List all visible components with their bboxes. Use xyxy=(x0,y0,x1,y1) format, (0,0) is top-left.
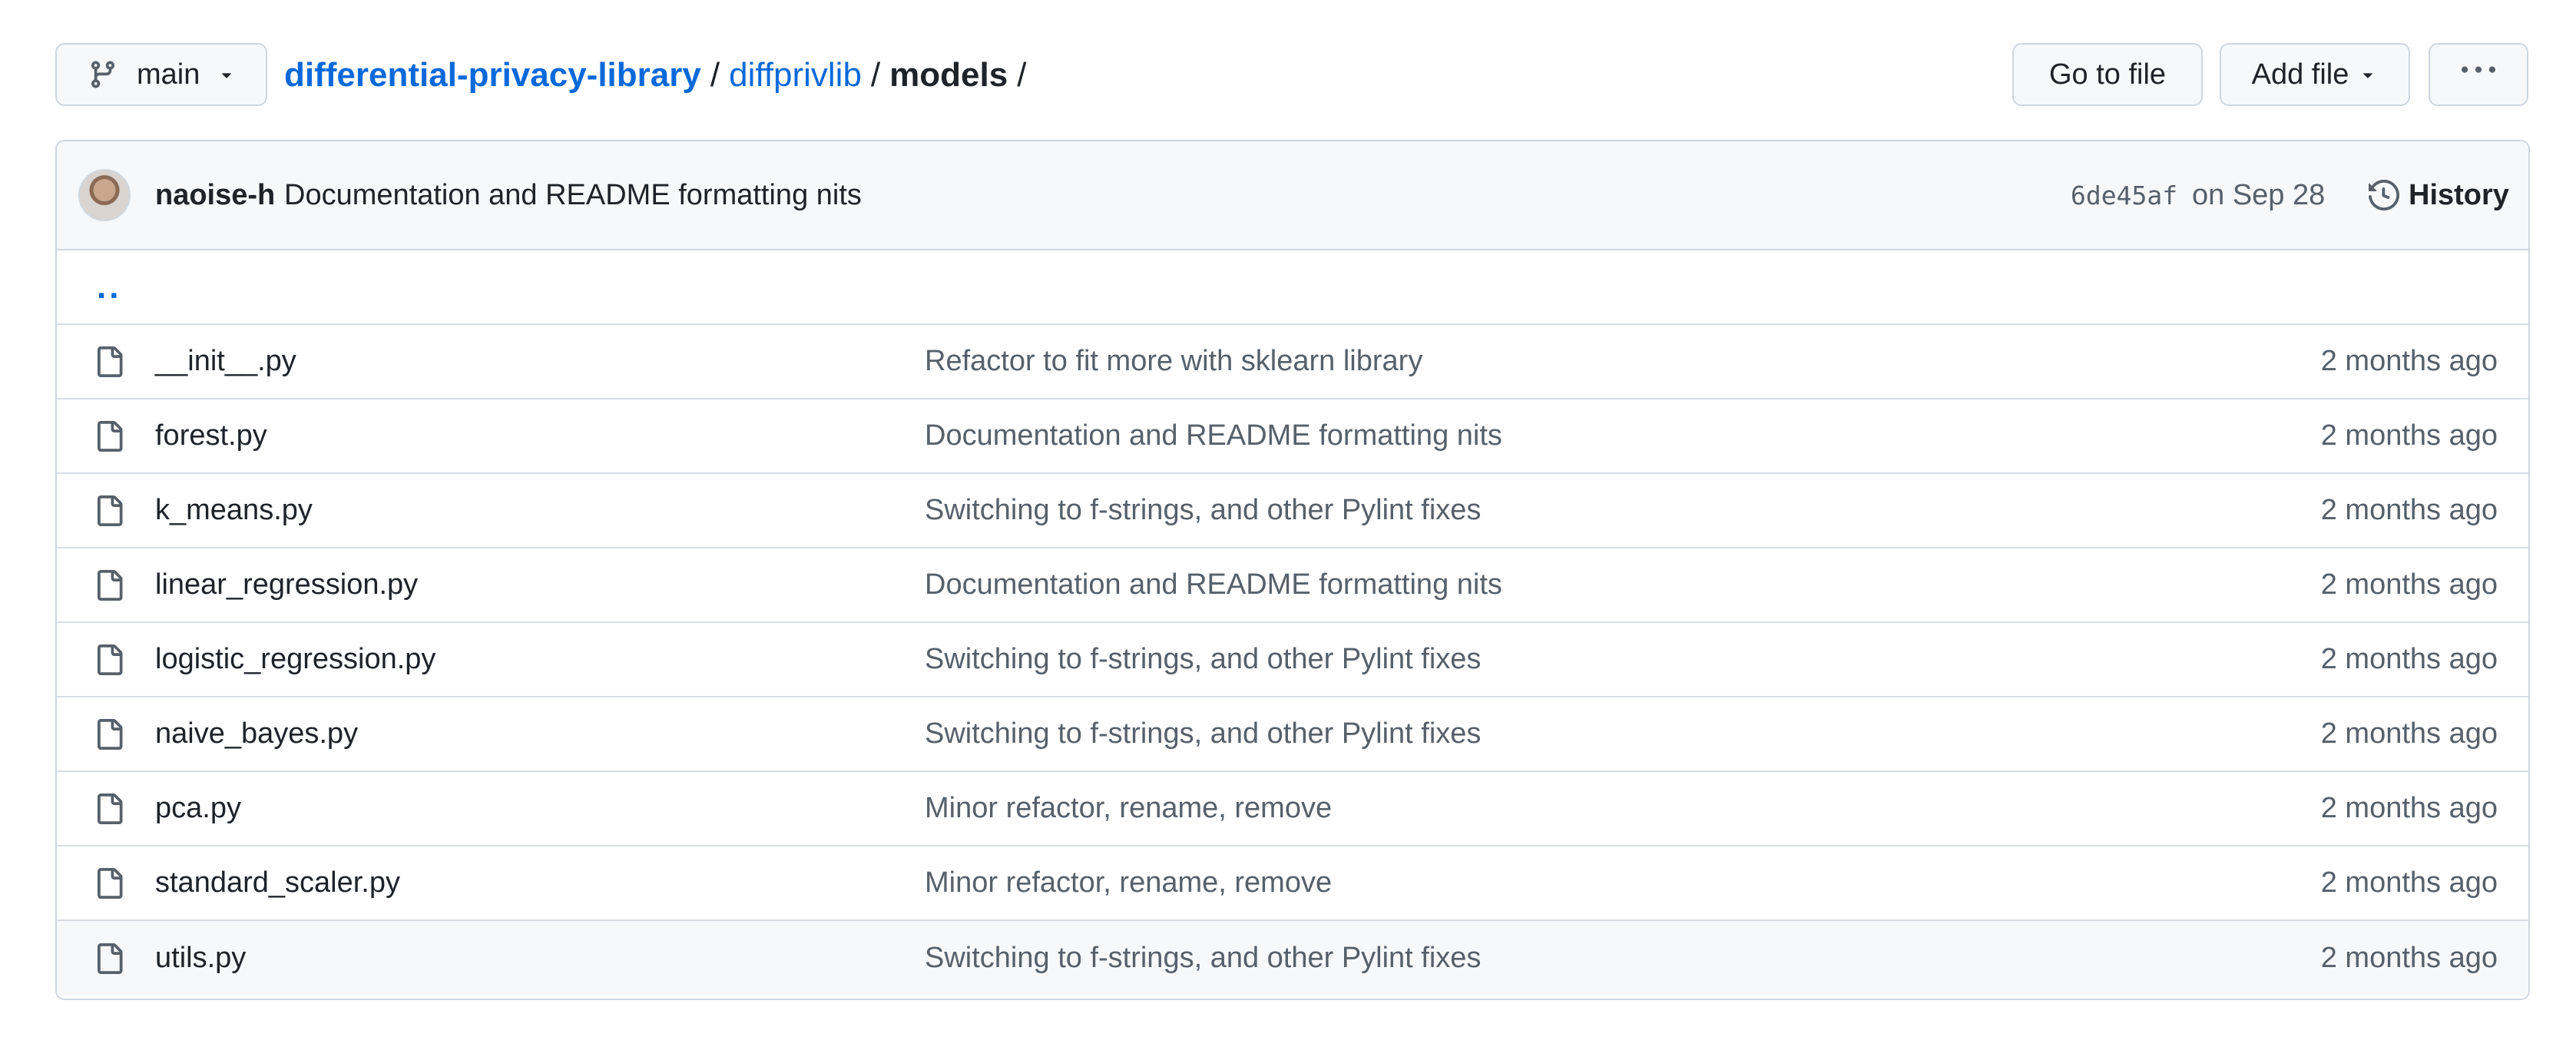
file-name-link[interactable]: standard_scaler.py xyxy=(155,866,400,900)
file-row[interactable]: naive_bayes.py Switching to f-strings, a… xyxy=(57,697,2528,772)
commit-author-link[interactable]: naoise-h xyxy=(155,179,275,212)
file-age: 2 months ago xyxy=(2320,643,2498,675)
file-commit-message-link[interactable]: Documentation and README formatting nits xyxy=(925,419,1502,452)
branch-selector-button[interactable]: main xyxy=(55,43,267,106)
go-to-file-button[interactable]: Go to file xyxy=(2012,43,2203,106)
file-row[interactable]: forest.py Documentation and README forma… xyxy=(57,399,2528,474)
breadcrumb-repo-link[interactable]: differential-privacy-library xyxy=(284,56,701,94)
file-commit-message-link[interactable]: Documentation and README formatting nits xyxy=(925,568,1502,601)
commit-date: on Sep 28 xyxy=(2192,178,2326,211)
file-commit-message-link[interactable]: Minor refactor, rename, remove xyxy=(925,792,1332,825)
file-icon xyxy=(94,718,124,750)
file-commit-message-link[interactable]: Switching to f-strings, and other Pylint… xyxy=(925,643,1481,676)
go-to-file-label: Go to file xyxy=(2048,58,2167,91)
parent-directory-link[interactable]: .. xyxy=(97,268,121,306)
file-list: __init__.py Refactor to fit more with sk… xyxy=(57,325,2528,996)
avatar[interactable] xyxy=(78,169,131,221)
file-icon xyxy=(94,644,124,675)
caret-down-icon xyxy=(217,65,237,84)
file-age: 2 months ago xyxy=(2320,419,2498,452)
file-name-link[interactable]: logistic_regression.py xyxy=(155,643,435,676)
file-icon xyxy=(94,867,124,899)
file-row[interactable]: linear_regression.py Documentation and R… xyxy=(57,548,2528,623)
file-commit-message-link[interactable]: Switching to f-strings, and other Pylint… xyxy=(925,494,1481,527)
file-name-link[interactable]: pca.py xyxy=(155,792,241,825)
add-file-button[interactable]: Add file xyxy=(2220,43,2410,106)
file-name-link[interactable]: utils.py xyxy=(155,942,246,975)
kebab-horizontal-icon xyxy=(2462,54,2495,95)
file-commit-message-link[interactable]: Switching to f-strings, and other Pylint… xyxy=(925,717,1481,750)
file-name-link[interactable]: k_means.py xyxy=(155,494,313,527)
caret-down-icon xyxy=(2358,65,2378,84)
file-row[interactable]: logistic_regression.py Switching to f-st… xyxy=(57,623,2528,697)
file-browser: naoise-h Documentation and README format… xyxy=(55,140,2530,1000)
breadcrumb-separator: / xyxy=(870,56,881,94)
file-age: 2 months ago xyxy=(2320,568,2498,601)
file-commit-message-link[interactable]: Refactor to fit more with sklearn librar… xyxy=(925,345,1422,378)
file-icon xyxy=(94,495,124,526)
file-commit-message-link[interactable]: Switching to f-strings, and other Pylint… xyxy=(925,942,1481,975)
file-row[interactable]: standard_scaler.py Minor refactor, renam… xyxy=(57,846,2528,921)
latest-commit-bar: naoise-h Documentation and README format… xyxy=(57,141,2528,250)
more-options-button[interactable] xyxy=(2429,43,2528,106)
file-name-link[interactable]: linear_regression.py xyxy=(155,568,418,601)
file-name-link[interactable]: forest.py xyxy=(155,419,267,452)
breadcrumb-current: models xyxy=(889,56,1008,94)
history-label: History xyxy=(2409,178,2509,211)
file-row[interactable]: k_means.py Switching to f-strings, and o… xyxy=(57,474,2528,548)
commit-sha-link[interactable]: 6de45af xyxy=(2071,181,2177,210)
file-age: 2 months ago xyxy=(2320,792,2498,824)
file-icon xyxy=(94,346,124,377)
file-name-link[interactable]: __init__.py xyxy=(155,345,296,378)
file-icon xyxy=(94,569,124,601)
file-row[interactable]: __init__.py Refactor to fit more with sk… xyxy=(57,325,2528,399)
breadcrumb-separator: / xyxy=(710,56,720,94)
file-icon xyxy=(94,793,124,824)
git-branch-icon xyxy=(88,59,118,90)
history-icon xyxy=(2369,180,2399,210)
file-age: 2 months ago xyxy=(2320,494,2498,526)
history-link[interactable]: History xyxy=(2369,179,2509,212)
file-row[interactable]: pca.py Minor refactor, rename, remove 2 … xyxy=(57,772,2528,846)
breadcrumb-folder-link[interactable]: diffprivlib xyxy=(729,56,862,94)
file-icon xyxy=(94,420,124,452)
repo-toolbar: main differential-privacy-library / diff… xyxy=(55,43,2528,108)
file-name-link[interactable]: naive_bayes.py xyxy=(155,717,358,750)
breadcrumb: differential-privacy-library / diffprivl… xyxy=(284,43,1026,108)
file-age: 2 months ago xyxy=(2320,866,2498,899)
file-age: 2 months ago xyxy=(2320,717,2498,750)
branch-name: main xyxy=(137,58,200,91)
file-icon xyxy=(94,943,124,974)
add-file-label: Add file xyxy=(2251,58,2349,91)
breadcrumb-separator: / xyxy=(1017,56,1027,94)
file-commit-message-link[interactable]: Minor refactor, rename, remove xyxy=(925,866,1332,900)
commit-message-link[interactable]: Documentation and README formatting nits xyxy=(284,179,862,212)
parent-directory-row[interactable]: .. xyxy=(57,250,2528,325)
file-age: 2 months ago xyxy=(2320,942,2498,974)
file-row[interactable]: utils.py Switching to f-strings, and oth… xyxy=(57,921,2528,996)
file-age: 2 months ago xyxy=(2320,345,2498,377)
